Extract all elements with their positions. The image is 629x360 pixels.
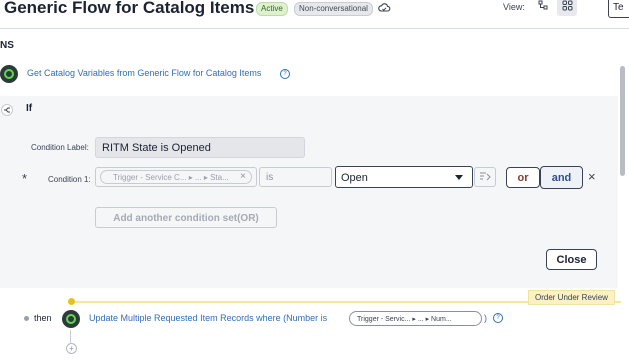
annotation-marker [68,298,75,305]
add-condition-set-button[interactable]: Add another condition set(OR) [95,207,277,228]
update-records-step[interactable]: Update Multiple Requested Item Records w… [89,313,327,323]
condition-label-input[interactable]: RITM State is Opened [95,137,305,158]
bullet-icon [24,316,29,321]
scrollbar[interactable] [620,66,625,176]
or-button[interactable]: or [506,167,540,188]
number-data-pill[interactable]: Trigger - Servic... ▸ ... ▸ Num... [349,311,482,326]
test-button[interactable]: Te [608,0,629,18]
step-node-icon [62,310,80,328]
closing-paren: ) [484,313,487,323]
remove-condition-icon[interactable]: × [588,169,596,185]
if-label: If [26,103,33,114]
close-button[interactable]: Close [546,249,597,270]
chevron-down-icon [455,175,463,180]
plus-icon[interactable]: + [66,343,77,354]
condition-label-caption: Condition Label: [31,143,89,152]
operator-select[interactable]: is [259,167,332,187]
section-heading: NS [0,40,14,51]
list-view-icon [538,0,549,16]
cloud-icon[interactable] [377,1,391,15]
branch-icon [1,103,13,121]
help-icon[interactable]: ? [280,69,290,79]
required-marker: * [22,171,28,186]
grid-view-icon [562,0,573,16]
help-icon[interactable]: ? [493,313,503,323]
flow-title: Generic Flow for Catalog Items [4,0,255,17]
list-view-button[interactable] [533,0,553,16]
condition-editor-panel [0,96,618,288]
condition-1-caption: Condition 1: [48,175,91,184]
grid-view-button[interactable] [557,0,577,16]
field-data-pill[interactable]: Trigger - Service C... ▸ ... ▸ Sta... [100,170,252,184]
mode-badge: Non-conversational [294,2,373,16]
clear-pill-icon[interactable]: × [240,170,246,184]
and-button[interactable]: and [540,166,583,189]
step-node-icon [0,65,18,83]
view-label: View: [503,2,525,12]
header-divider [0,28,629,29]
status-badge: Active [256,2,288,16]
connector-line [70,330,71,343]
get-catalog-variables-step[interactable]: Get Catalog Variables from Generic Flow … [27,68,261,78]
then-label: then [34,313,52,323]
data-pill-picker-icon [479,168,491,186]
value-select[interactable]: Open [335,166,473,188]
annotation-tag[interactable]: Order Under Review [528,290,615,305]
data-pill-picker-button[interactable] [474,167,496,187]
